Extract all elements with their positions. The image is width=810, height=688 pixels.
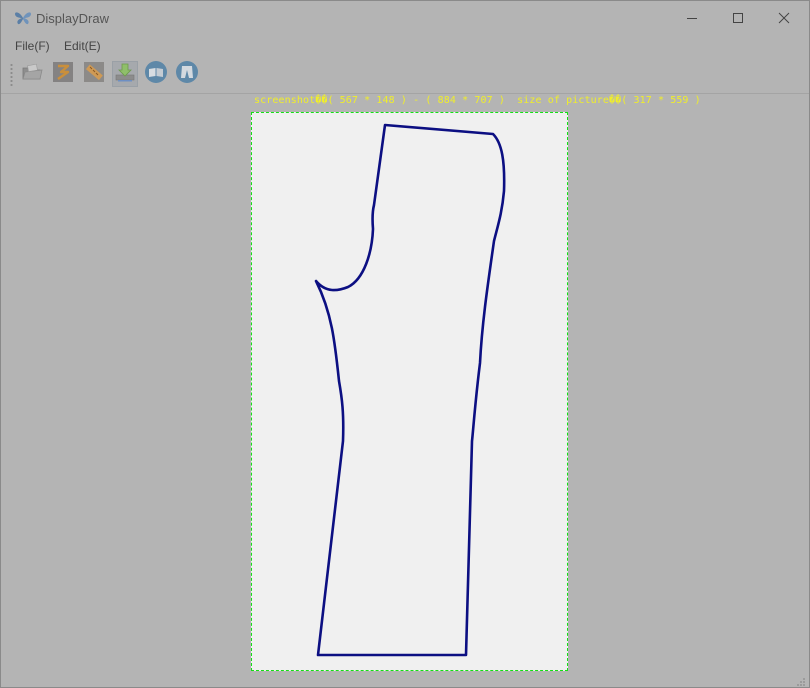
book-icon bbox=[144, 60, 168, 89]
menu-file[interactable]: File(F) bbox=[15, 39, 50, 53]
pattern-icon bbox=[52, 61, 74, 88]
book-button[interactable] bbox=[143, 60, 169, 89]
butterfly-icon bbox=[14, 10, 32, 26]
pattern-button[interactable] bbox=[50, 61, 76, 87]
measure-button[interactable] bbox=[81, 61, 107, 87]
menu-bar: File(F) Edit(E) bbox=[1, 35, 809, 57]
toolbar-grip[interactable] bbox=[10, 63, 13, 87]
window-title: DisplayDraw bbox=[36, 11, 109, 26]
export-button[interactable] bbox=[112, 61, 138, 87]
ruler-icon bbox=[83, 61, 105, 88]
download-icon bbox=[114, 61, 136, 88]
maximize-button[interactable] bbox=[715, 1, 761, 35]
trousers-icon bbox=[175, 60, 199, 89]
toolbar bbox=[1, 57, 809, 94]
resize-grip-icon[interactable] bbox=[796, 674, 806, 686]
close-button[interactable] bbox=[761, 1, 807, 35]
close-icon bbox=[778, 12, 790, 24]
garment-pattern-outline bbox=[314, 123, 506, 657]
trousers-button[interactable] bbox=[174, 60, 200, 89]
picture-frame[interactable] bbox=[251, 112, 568, 671]
open-folder-icon bbox=[21, 62, 43, 87]
maximize-icon bbox=[732, 12, 744, 24]
screenshot-info-text: screenshot��( 567 * 148 ) - ( 884 * 707 … bbox=[254, 95, 701, 106]
minimize-icon bbox=[686, 12, 698, 24]
drawing-workspace[interactable]: screenshot��( 567 * 148 ) - ( 884 * 707 … bbox=[1, 94, 809, 687]
minimize-button[interactable] bbox=[669, 1, 715, 35]
title-bar[interactable]: DisplayDraw bbox=[1, 1, 809, 35]
open-button[interactable] bbox=[19, 61, 45, 87]
app-window: DisplayDraw File(F) Edit(E) screenshot��… bbox=[0, 0, 810, 688]
menu-edit[interactable]: Edit(E) bbox=[64, 39, 101, 53]
